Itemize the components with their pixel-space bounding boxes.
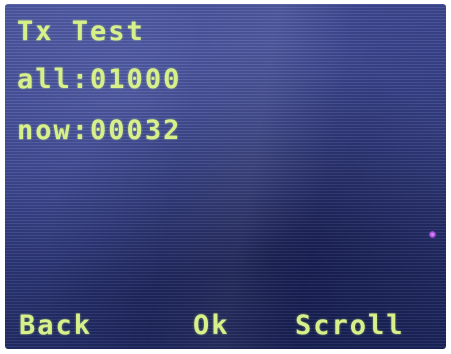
scanline-overlay xyxy=(5,4,446,349)
now-count-label: now xyxy=(17,115,72,146)
ok-softkey[interactable]: Ok xyxy=(193,312,230,339)
separator: : xyxy=(71,115,91,146)
now-count-row: now:00032 xyxy=(17,117,181,144)
back-softkey[interactable]: Back xyxy=(19,312,92,339)
stray-pixel xyxy=(429,231,436,238)
now-count-value: 00032 xyxy=(90,115,182,146)
screen-glare xyxy=(5,4,446,349)
all-count-value: 01000 xyxy=(90,64,182,95)
scroll-softkey[interactable]: Scroll xyxy=(295,312,405,339)
separator: : xyxy=(71,64,91,95)
screen-title: Tx Test xyxy=(17,16,145,47)
all-count-row: all:01000 xyxy=(17,66,181,93)
lcd-screen: Tx Test all:01000 now:00032 Back Ok Scro… xyxy=(5,4,446,349)
all-count-label: all xyxy=(17,64,72,95)
